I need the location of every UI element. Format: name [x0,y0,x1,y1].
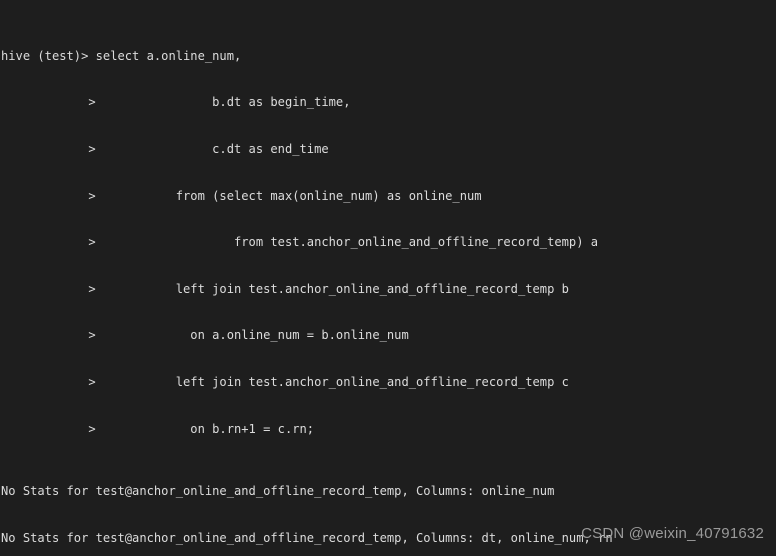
prompt-line: hive (test)> select a.online_num, [1,48,242,63]
csdn-watermark: CSDN @weixin_40791632 [581,525,764,542]
query-continuation-line: > b.dt as begin_time, [1,95,351,110]
query-continuation-line: > from (select max(online_num) as online… [1,188,482,203]
no-stats-warning: No Stats for test@anchor_online_and_offl… [1,483,555,498]
query-continuation-line: > left join test.anchor_online_and_offli… [1,375,569,390]
query-continuation-line: > on a.online_num = b.online_num [1,328,409,343]
query-continuation-line: > on b.rn+1 = c.rn; [1,421,315,436]
query-continuation-line: > left join test.anchor_online_and_offli… [1,281,569,296]
terminal-screen[interactable]: hive (test)> select a.online_num, > b.dt… [0,0,776,556]
query-continuation-line: > from test.anchor_online_and_offline_re… [1,235,599,250]
query-continuation-line: > c.dt as end_time [1,141,329,156]
terminal-window[interactable]: hive (test)> select a.online_num, > b.dt… [0,0,776,556]
